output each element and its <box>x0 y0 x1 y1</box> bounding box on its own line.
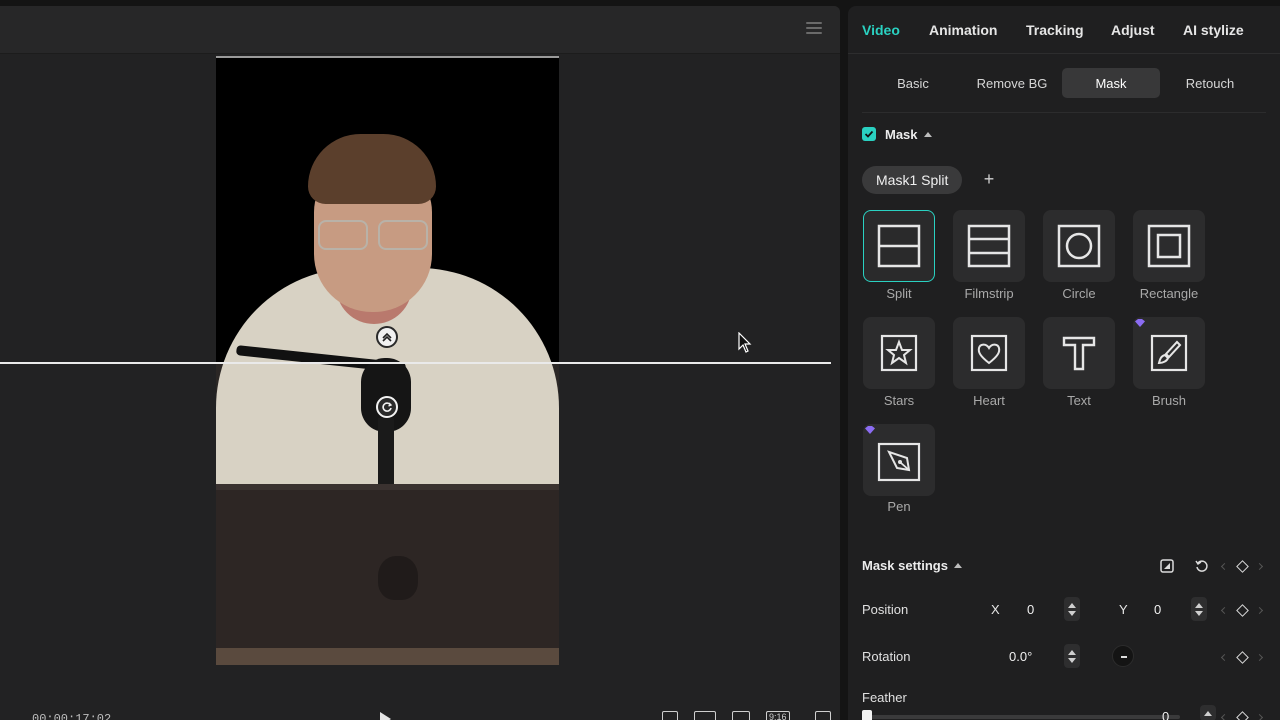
rotation-dial[interactable] <box>1112 645 1134 667</box>
feather-slider[interactable] <box>862 715 1180 719</box>
mask-circle[interactable] <box>1043 210 1115 282</box>
keyframe-icon[interactable] <box>1220 603 1264 617</box>
player-footer: 00:00:17:02 9:16 <box>0 704 840 720</box>
mask-heart[interactable] <box>953 317 1025 389</box>
tab-tracking[interactable]: Tracking <box>1026 22 1084 38</box>
heart-icon <box>970 334 1008 372</box>
tab-ai-stylize[interactable]: AI stylize <box>1183 22 1244 38</box>
mask-label-filmstrip: Filmstrip <box>964 286 1014 301</box>
caret-up-icon <box>953 562 962 568</box>
rotation-input[interactable]: 0.0° <box>1009 649 1032 664</box>
feather-slider-knob[interactable] <box>862 710 872 720</box>
mask-label-circle: Circle <box>1062 286 1096 301</box>
tab-video[interactable]: Video <box>862 22 900 38</box>
mask-filmstrip[interactable] <box>953 210 1025 282</box>
crop-tool[interactable] <box>662 711 678 720</box>
menu-icon[interactable] <box>806 22 822 36</box>
mask-pen[interactable] <box>863 424 935 496</box>
cursor-icon <box>738 332 752 353</box>
mask-checkbox[interactable] <box>862 127 876 141</box>
mask-stars[interactable] <box>863 317 935 389</box>
mask-split-line[interactable] <box>0 362 831 364</box>
feather-handle-icon[interactable] <box>376 326 398 348</box>
plus-icon[interactable]: + <box>980 170 998 189</box>
y-label: Y <box>1119 602 1128 617</box>
divider <box>862 112 1266 113</box>
invert-icon[interactable] <box>1159 558 1175 574</box>
feather-input[interactable]: 0 <box>1162 709 1169 720</box>
mask-label-stars: Stars <box>883 393 915 408</box>
mask-split[interactable] <box>863 210 935 282</box>
mask-label-heart: Heart <box>973 393 1005 408</box>
tab-adjust[interactable]: Adjust <box>1111 22 1155 38</box>
feather-label: Feather <box>862 690 907 705</box>
x-label: X <box>991 602 1000 617</box>
rotation-stepper[interactable] <box>1064 644 1080 668</box>
fit-tool[interactable] <box>694 711 716 720</box>
mask-settings-title: Mask settings <box>862 557 948 573</box>
mask-chip[interactable]: Mask1 Split <box>862 166 963 194</box>
video-player: 00:00:17:02 9:16 <box>0 6 840 720</box>
caret-up-icon <box>923 131 932 137</box>
tab-animation[interactable]: Animation <box>929 22 997 38</box>
reset-icon[interactable] <box>1194 558 1210 574</box>
sub-tabs: Basic Remove BG Mask Retouch <box>862 68 1266 99</box>
rectangle-icon <box>1147 224 1191 268</box>
subtab-retouch[interactable]: Retouch <box>1161 68 1259 98</box>
mask-label-brush: Brush <box>1152 393 1186 408</box>
mask-text[interactable] <box>1043 317 1115 389</box>
player-header <box>0 6 840 54</box>
zoom-tool[interactable] <box>732 711 750 720</box>
split-icon <box>877 224 921 268</box>
inspector-panel: Video Animation Tracking Adjust AI styli… <box>848 6 1280 720</box>
mask-label-text: Text <box>1067 393 1091 408</box>
fullscreen-button[interactable] <box>815 711 831 720</box>
mask-label-rectangle: Rectangle <box>1139 286 1199 301</box>
position-y-input[interactable]: 0 <box>1154 602 1161 617</box>
feather-stepper[interactable] <box>1200 705 1216 720</box>
mask-label-pen: Pen <box>887 499 911 514</box>
pro-badge-icon <box>1135 319 1145 327</box>
keyframe-icon[interactable] <box>1220 650 1264 664</box>
ratio-button[interactable]: 9:16 <box>766 711 790 720</box>
brush-icon <box>1150 334 1188 372</box>
keyframe-icon[interactable] <box>1220 559 1264 573</box>
rotate-handle-icon[interactable] <box>376 396 398 418</box>
laptop-logo <box>378 556 418 600</box>
subtab-mask[interactable]: Mask <box>1062 68 1160 98</box>
person-glasses <box>318 220 430 250</box>
filmstrip-icon <box>967 224 1011 268</box>
pro-badge-icon <box>865 426 875 434</box>
play-icon[interactable] <box>380 712 391 720</box>
circle-icon <box>1057 224 1101 268</box>
timecode: 00:00:17:02 <box>32 712 112 720</box>
mask-section-title: Mask <box>885 126 918 142</box>
pen-icon <box>877 442 921 482</box>
position-label: Position <box>862 602 909 617</box>
text-icon <box>1062 336 1096 371</box>
mask-rectangle[interactable] <box>1133 210 1205 282</box>
mask-settings-header[interactable]: Mask settings <box>862 557 962 573</box>
position-x-input[interactable]: 0 <box>1027 602 1034 617</box>
desk <box>216 648 559 665</box>
video-preview[interactable] <box>216 56 559 665</box>
subtab-remove-bg[interactable]: Remove BG <box>963 68 1061 98</box>
person-hair <box>308 134 436 204</box>
mask-section-header[interactable]: Mask <box>862 126 932 142</box>
mic-stand <box>378 418 394 488</box>
stars-icon <box>880 334 918 372</box>
keyframe-icon[interactable] <box>1220 710 1264 720</box>
laptop-edge <box>216 484 559 490</box>
mask-brush[interactable] <box>1133 317 1205 389</box>
rotation-label: Rotation <box>862 649 911 664</box>
subtab-basic[interactable]: Basic <box>864 68 962 98</box>
position-x-stepper[interactable] <box>1064 597 1080 621</box>
main-tabs: Video Animation Tracking Adjust AI styli… <box>848 6 1280 54</box>
position-y-stepper[interactable] <box>1191 597 1207 621</box>
check-icon <box>864 130 874 138</box>
mask-label-split: Split <box>886 286 912 301</box>
